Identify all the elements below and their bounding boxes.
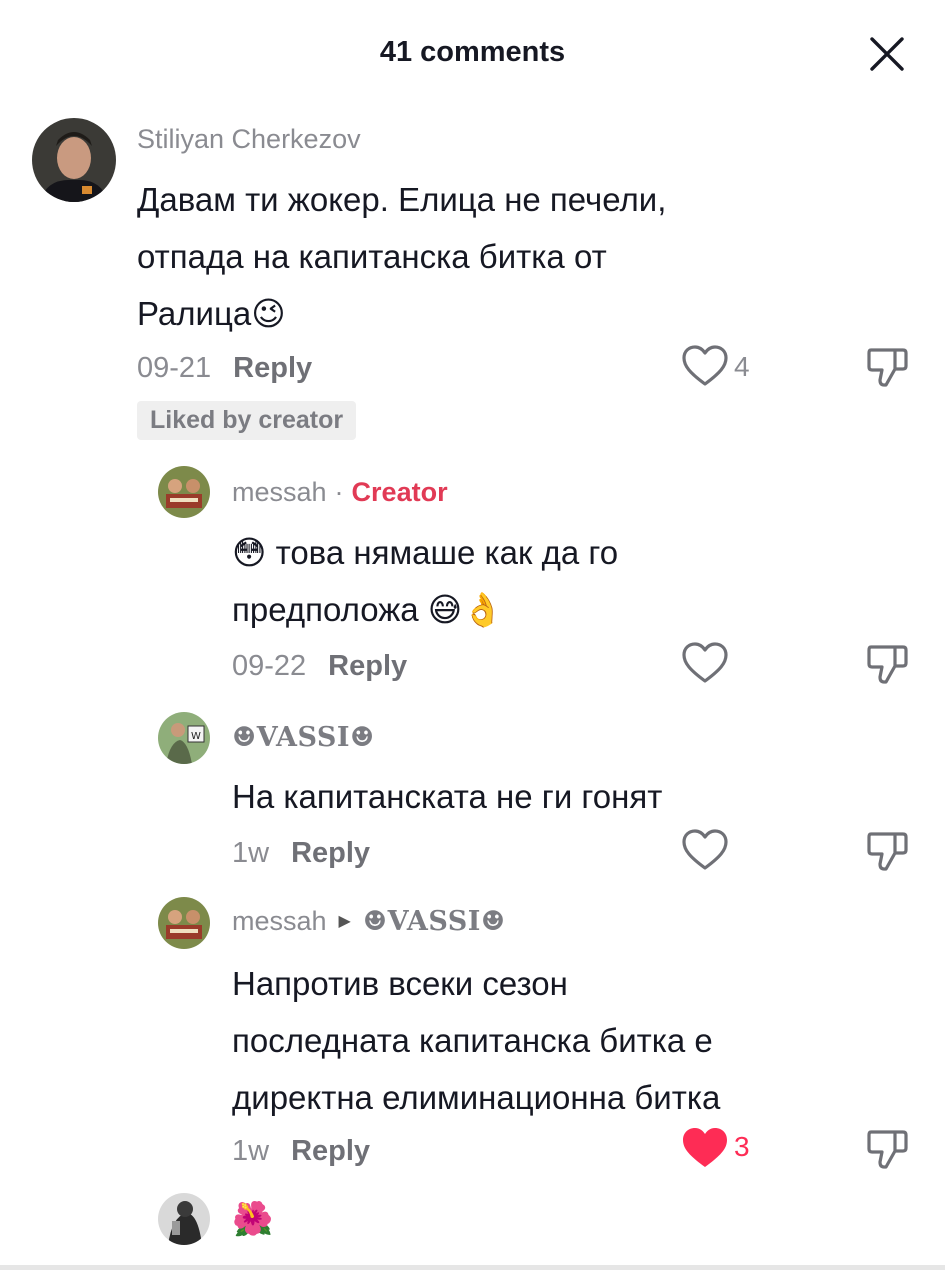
avatar[interactable] bbox=[158, 1193, 210, 1245]
comment-meta: 09-22 Reply bbox=[232, 650, 407, 683]
avatar[interactable] bbox=[158, 897, 210, 949]
username-text[interactable]: messah bbox=[232, 906, 327, 936]
svg-text:W: W bbox=[191, 731, 201, 742]
thumbs-down-icon[interactable] bbox=[865, 1127, 909, 1171]
comment-line: директна елиминационна битка bbox=[232, 1079, 721, 1116]
reply-arrow-icon: ▶ bbox=[338, 913, 351, 930]
reply-button[interactable]: Reply bbox=[291, 1135, 370, 1167]
comment-line: предположа 😅👌 bbox=[232, 591, 504, 628]
comment-line: Давам ти жокер. Елица не печели, bbox=[137, 181, 667, 218]
comment-username[interactable]: ☻VASSI☻ bbox=[232, 722, 375, 753]
like-count: 3 bbox=[734, 1131, 750, 1162]
username-text[interactable]: messah bbox=[232, 477, 327, 507]
comment-meta: 1w Reply bbox=[232, 1135, 370, 1168]
comment-line: отпада на капитанска битка от bbox=[137, 238, 607, 275]
avatar[interactable]: W bbox=[158, 712, 210, 764]
comment-username: messah ▶ ☻VASSI☻ bbox=[232, 906, 506, 937]
comment-text: 😳 това нямаше как да го предположа 😅👌 bbox=[232, 524, 618, 638]
liked-by-creator-badge: Liked by creator bbox=[137, 401, 357, 440]
creator-badge: Creator bbox=[351, 477, 448, 507]
comment-text: Давам ти жокер. Елица не печели, отпада … bbox=[137, 171, 666, 342]
avatar[interactable] bbox=[158, 466, 210, 518]
comment-text: Напротив всеки сезон последната капитанс… bbox=[232, 955, 720, 1126]
comment-username[interactable]: Stiliyan Cherkezov bbox=[137, 124, 361, 155]
like-count: 4 bbox=[734, 351, 750, 382]
comment-text: На капитанската не ги гонят bbox=[232, 768, 662, 825]
avatar[interactable] bbox=[32, 118, 116, 202]
comment-meta: 1w Reply bbox=[232, 837, 370, 870]
comment-line: последната капитанска битка е bbox=[232, 1022, 713, 1059]
comment-date: 09-21 bbox=[137, 352, 212, 384]
comment-date: 1w bbox=[232, 1135, 270, 1167]
comment-text: 🌺 bbox=[232, 1190, 273, 1247]
comment-line: Напротив всеки сезон bbox=[232, 965, 568, 1002]
reply-to-username[interactable]: ☻VASSI☻ bbox=[363, 906, 506, 937]
heart-filled-icon[interactable] bbox=[680, 1125, 730, 1171]
thumbs-down-icon[interactable] bbox=[865, 345, 909, 389]
comment-meta: 09-21 Reply bbox=[137, 352, 312, 385]
comment-date: 09-22 bbox=[232, 650, 307, 682]
reply-button[interactable]: Reply bbox=[328, 650, 407, 682]
divider bbox=[0, 1265, 945, 1270]
heart-outline-icon[interactable] bbox=[680, 827, 730, 873]
heart-outline-icon[interactable] bbox=[680, 343, 730, 389]
close-icon[interactable] bbox=[864, 31, 910, 77]
comment-line: 😳 това нямаше как да го bbox=[232, 534, 619, 571]
reply-button[interactable]: Reply bbox=[233, 352, 312, 384]
comment-line: 🌺 bbox=[232, 1200, 274, 1237]
thumbs-down-icon[interactable] bbox=[865, 642, 909, 686]
reply-button[interactable]: Reply bbox=[291, 837, 370, 869]
comment-line: Ралица😉 bbox=[137, 295, 286, 332]
comments-header: 41 comments bbox=[0, 0, 945, 110]
comment-username: messah · Creator bbox=[232, 477, 448, 508]
comment-line: На капитанската не ги гонят bbox=[232, 778, 663, 815]
separator: · bbox=[334, 477, 344, 507]
comments-count-title: 41 comments bbox=[379, 36, 566, 68]
thumbs-down-icon[interactable] bbox=[865, 829, 909, 873]
comment-date: 1w bbox=[232, 837, 270, 869]
heart-outline-icon[interactable] bbox=[680, 640, 730, 686]
